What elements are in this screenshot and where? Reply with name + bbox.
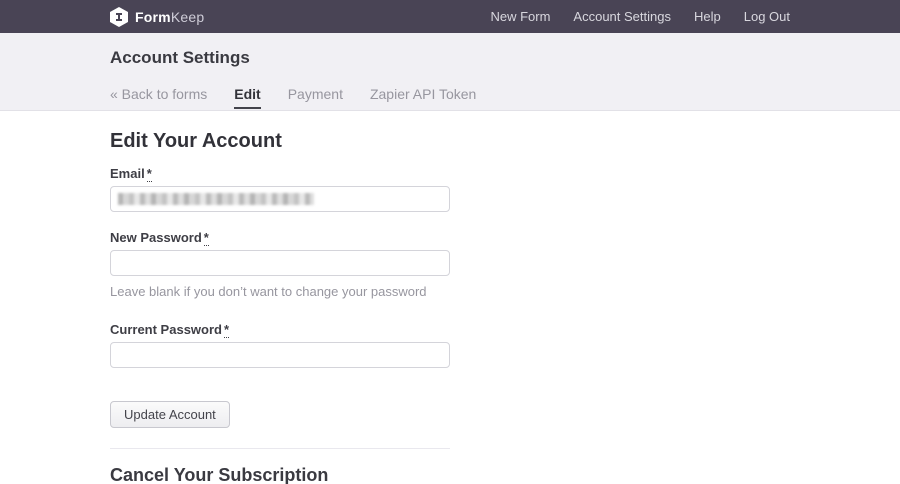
top-navbar: FormKeep New Form Account Settings Help …	[0, 0, 900, 33]
nav-link-log-out[interactable]: Log Out	[744, 9, 790, 24]
tab-zapier-api-token[interactable]: Zapier API Token	[370, 86, 476, 110]
nav-link-help[interactable]: Help	[694, 9, 721, 24]
page-header: Account Settings « Back to forms Edit Pa…	[0, 33, 900, 111]
required-asterisk: *	[223, 322, 230, 338]
tab-bar: « Back to forms Edit Payment Zapier API …	[110, 86, 790, 110]
new-password-help: Leave blank if you don’t want to change …	[110, 284, 427, 299]
required-asterisk: *	[146, 166, 152, 182]
new-password-input[interactable]	[110, 250, 450, 276]
email-field-group: Email *	[110, 166, 450, 212]
formkeep-logo-icon	[110, 6, 128, 27]
tab-edit[interactable]: Edit	[234, 86, 261, 109]
new-password-label: New Password *	[110, 230, 209, 246]
cancel-subscription-title: Cancel Your Subscription	[110, 465, 329, 484]
nav-link-new-form[interactable]: New Form	[490, 9, 550, 24]
update-account-button[interactable]: Update Account	[110, 401, 230, 428]
tab-payment[interactable]: Payment	[288, 86, 343, 110]
current-password-input[interactable]	[110, 342, 450, 368]
email-label: Email *	[110, 166, 152, 182]
edit-account-form: Edit Your Account Email * New Password * L…	[110, 111, 450, 484]
cancel-subscription-section: Cancel Your Subscription Warning: cancel…	[110, 465, 450, 484]
formkeep-brand[interactable]: FormKeep	[110, 6, 205, 27]
email-input[interactable]	[110, 186, 450, 212]
current-password-label: Current Password *	[110, 322, 230, 338]
back-to-forms-link[interactable]: « Back to forms	[110, 86, 207, 110]
nav-link-account-settings[interactable]: Account Settings	[573, 9, 671, 24]
current-password-field-group: Current Password *	[110, 322, 450, 368]
page-title: Account Settings	[110, 48, 250, 67]
brand-name: FormKeep	[135, 8, 205, 25]
navbar-links: New Form Account Settings Help Log Out	[490, 9, 790, 24]
form-title: Edit Your Account	[110, 130, 282, 152]
required-asterisk: *	[203, 230, 209, 246]
section-divider	[110, 448, 450, 449]
new-password-field-group: New Password * Leave blank if you don’t w…	[110, 230, 450, 299]
